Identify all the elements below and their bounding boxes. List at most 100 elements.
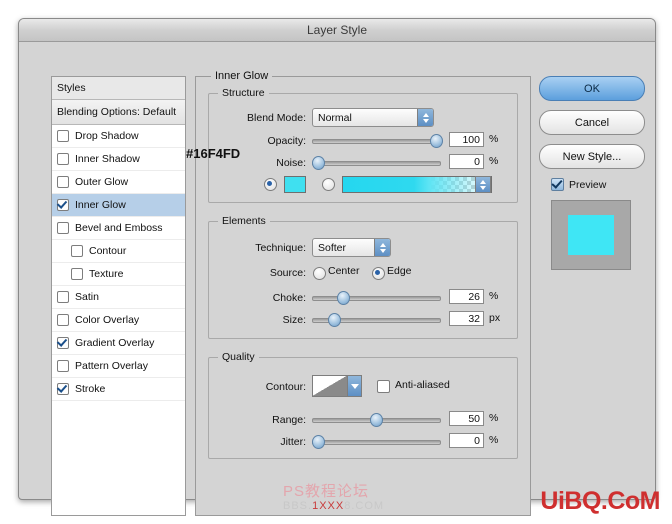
style-row-inner-shadow[interactable]: Inner Shadow xyxy=(52,148,185,171)
checkbox-pattern-overlay[interactable] xyxy=(57,360,69,372)
style-row-drop-shadow[interactable]: Drop Shadow xyxy=(52,125,185,148)
checkbox-texture[interactable] xyxy=(71,268,83,280)
watermark-bbs: BBS.1XXX8.COM xyxy=(283,500,384,512)
choke-input[interactable]: 26 xyxy=(449,289,484,304)
opacity-input[interactable]: 100 xyxy=(449,132,484,147)
style-label: Stroke xyxy=(75,383,106,395)
blend-mode-select[interactable]: Normal xyxy=(312,108,434,127)
new-style-button[interactable]: New Style... xyxy=(539,144,645,169)
dialog-title: Layer Style xyxy=(306,23,368,37)
range-input[interactable]: 50 xyxy=(449,411,484,426)
style-label: Drop Shadow xyxy=(75,130,139,142)
checkbox-bevel-and-emboss[interactable] xyxy=(57,222,69,234)
opacity-unit: % xyxy=(489,133,499,145)
noise-slider-knob[interactable] xyxy=(312,156,325,170)
technique-label: Technique: xyxy=(255,242,306,254)
preview-swatch xyxy=(568,215,614,255)
technique-value: Softer xyxy=(318,241,347,254)
style-row-bevel-and-emboss[interactable]: Bevel and Emboss xyxy=(52,217,185,240)
style-label: Gradient Overlay xyxy=(75,337,155,349)
checkbox-color-overlay[interactable] xyxy=(57,314,69,326)
structure-group-title: Structure xyxy=(218,87,269,99)
dialog-titlebar[interactable]: Layer Style xyxy=(19,19,655,42)
style-row-texture[interactable]: Texture xyxy=(52,263,185,286)
cancel-button[interactable]: Cancel xyxy=(539,110,645,135)
styles-header[interactable]: Styles xyxy=(52,77,185,100)
jitter-input[interactable]: 0 xyxy=(449,433,484,448)
checkbox-stroke[interactable] xyxy=(57,383,69,395)
checkbox-satin[interactable] xyxy=(57,291,69,303)
style-label: Pattern Overlay xyxy=(75,360,148,372)
size-unit: px xyxy=(489,312,501,324)
blend-mode-label: Blend Mode: xyxy=(247,112,306,124)
style-row-satin[interactable]: Satin xyxy=(52,286,185,309)
styles-list-panel: Styles Blending Options: Default Drop Sh… xyxy=(51,76,186,516)
jitter-slider[interactable] xyxy=(312,435,441,449)
checkbox-drop-shadow[interactable] xyxy=(57,130,69,142)
style-row-gradient-overlay[interactable]: Gradient Overlay xyxy=(52,332,185,355)
radio-source-edge[interactable] xyxy=(372,267,385,280)
noise-slider[interactable] xyxy=(312,156,441,170)
style-label: Bevel and Emboss xyxy=(75,222,163,234)
opacity-slider[interactable] xyxy=(312,134,443,148)
radio-gradient[interactable] xyxy=(322,178,335,191)
style-row-inner-glow[interactable]: Inner Glow xyxy=(52,194,185,217)
checkbox-contour[interactable] xyxy=(71,245,83,257)
blend-mode-value: Normal xyxy=(318,111,352,124)
size-slider-knob[interactable] xyxy=(328,313,341,327)
checkbox-inner-shadow[interactable] xyxy=(57,153,69,165)
anti-aliased-label: Anti-aliased xyxy=(395,379,450,391)
style-row-pattern-overlay[interactable]: Pattern Overlay xyxy=(52,355,185,378)
choke-unit: % xyxy=(489,290,499,302)
preview-toggle[interactable]: Preview xyxy=(551,178,647,191)
quality-group: Quality Contour: Anti-aliased Range: 50 … xyxy=(208,351,518,459)
source-edge-label: Edge xyxy=(387,265,412,277)
checkbox-inner-glow[interactable] xyxy=(57,199,69,211)
noise-input[interactable]: 0 xyxy=(449,154,484,169)
source-label: Source: xyxy=(269,267,306,279)
glow-color-swatch[interactable] xyxy=(284,176,306,193)
opacity-slider-track xyxy=(312,139,441,144)
size-slider[interactable] xyxy=(312,313,441,327)
size-label: Size: xyxy=(282,314,306,326)
chevron-updown-icon xyxy=(374,239,390,256)
checkbox-outer-glow[interactable] xyxy=(57,176,69,188)
noise-slider-track xyxy=(312,161,441,166)
blending-options-row[interactable]: Blending Options: Default xyxy=(52,100,185,125)
range-slider-knob[interactable] xyxy=(370,413,383,427)
elements-group-title: Elements xyxy=(218,215,270,227)
range-unit: % xyxy=(489,412,499,424)
range-label: Range: xyxy=(272,414,306,426)
opacity-slider-knob[interactable] xyxy=(430,134,443,148)
size-input[interactable]: 32 xyxy=(449,311,484,326)
ok-button[interactable]: OK xyxy=(539,76,645,101)
contour-label: Contour: xyxy=(265,381,306,393)
gradient-preview[interactable] xyxy=(342,176,492,193)
preview-label: Preview xyxy=(569,178,607,191)
style-row-contour[interactable]: Contour xyxy=(52,240,185,263)
gradient-chevron-icon xyxy=(475,176,491,193)
style-row-stroke[interactable]: Stroke xyxy=(52,378,185,401)
contour-chevron-icon[interactable] xyxy=(348,375,362,397)
jitter-label: Jitter: xyxy=(280,436,306,448)
style-row-color-overlay[interactable]: Color Overlay xyxy=(52,309,185,332)
jitter-slider-track xyxy=(312,440,441,445)
choke-slider[interactable] xyxy=(312,291,441,305)
choke-slider-knob[interactable] xyxy=(337,291,350,305)
radio-solid-color[interactable] xyxy=(264,178,277,191)
checkbox-preview[interactable] xyxy=(551,178,564,191)
checkbox-anti-aliased[interactable] xyxy=(377,380,390,393)
contour-picker[interactable] xyxy=(312,375,362,397)
watermark-bbs-prefix: BBS. xyxy=(283,500,313,512)
technique-select[interactable]: Softer xyxy=(312,238,391,257)
radio-source-center[interactable] xyxy=(313,267,326,280)
checkbox-gradient-overlay[interactable] xyxy=(57,337,69,349)
hex-color-annotation: #16F4FD xyxy=(186,146,241,161)
structure-group: Structure Blend Mode: Normal Opacity: 10… xyxy=(208,87,518,203)
styles-header-label: Styles xyxy=(57,82,86,94)
choke-slider-track xyxy=(312,296,441,301)
jitter-slider-knob[interactable] xyxy=(312,435,325,449)
range-slider[interactable] xyxy=(312,413,441,427)
style-row-outer-glow[interactable]: Outer Glow xyxy=(52,171,185,194)
contour-thumbnail[interactable] xyxy=(312,375,348,397)
